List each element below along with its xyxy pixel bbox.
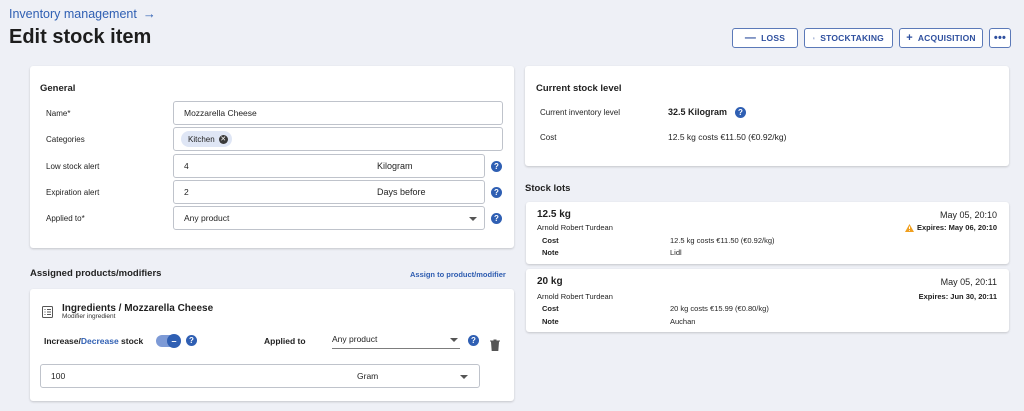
lot-cost-value: 20 kg costs €15.99 (€0.80/kg) (670, 304, 769, 313)
help-icon[interactable]: ? (491, 161, 502, 172)
general-card: General Name* Mozzarella Cheese Categori… (30, 66, 514, 248)
chevron-down-icon (469, 217, 477, 221)
expiration-field[interactable]: 2 Days before (173, 180, 485, 204)
ingredient-icon (42, 306, 53, 318)
list-icon (813, 37, 816, 39)
cost-label: Cost (540, 133, 557, 142)
low-stock-field[interactable]: 4 Kilogram (173, 154, 485, 178)
categories-label: Categories (46, 135, 85, 144)
applied-select[interactable]: Any product (173, 206, 485, 230)
loss-label: LOSS (761, 33, 786, 43)
lot-note-value: Lidl (670, 248, 682, 257)
warning-icon (904, 223, 914, 232)
applied-value: Any product (184, 213, 230, 223)
current-stock-title: Current stock level (536, 83, 622, 94)
lot-date: May 05, 20:11 (940, 277, 997, 287)
amount-value: 100 (51, 371, 66, 381)
categories-field[interactable]: Kitchen ✕ (173, 127, 503, 151)
plus-icon: + (906, 32, 913, 44)
decrease-text: Decrease (80, 336, 119, 346)
category-chip-label: Kitchen (188, 134, 215, 144)
amount-unit: Gram (357, 371, 379, 381)
lot-cost-label: Cost (542, 236, 559, 245)
loss-button[interactable]: — LOSS (732, 28, 798, 48)
arrow-right-icon: → (142, 6, 156, 21)
applied-to-select[interactable]: Any product (332, 329, 460, 349)
minus-icon: — (744, 32, 757, 44)
lot-cost-label: Cost (542, 304, 559, 313)
toggle-check-icon: – (167, 334, 181, 348)
amount-field[interactable]: 100 Gram (40, 364, 480, 388)
lot-expiry: Expires: May 06, 20:10 (904, 223, 997, 232)
low-stock-label: Low stock alert (46, 162, 100, 171)
help-icon[interactable]: ? (491, 213, 502, 224)
category-chip[interactable]: Kitchen ✕ (181, 131, 232, 147)
help-icon[interactable]: ? (491, 187, 502, 198)
increase-text: Increase/ (44, 336, 81, 346)
expiration-unit: Days before (377, 187, 426, 197)
help-icon[interactable]: ? (186, 335, 197, 346)
more-options-button[interactable]: ••• (989, 28, 1011, 48)
ingredient-subtitle: Modifier ingredient (62, 313, 116, 320)
lot-weight: 12.5 kg (537, 209, 571, 220)
stock-lot-card[interactable]: 12.5 kg May 05, 20:10 Arnold Robert Turd… (526, 202, 1009, 264)
more-icon: ••• (993, 32, 1007, 44)
name-label: Name* (46, 109, 71, 118)
chevron-down-icon (450, 338, 458, 342)
cost-value: 12.5 kg costs €11.50 (€0.92/kg) (668, 132, 787, 142)
breadcrumb-link[interactable]: Inventory management (9, 7, 137, 21)
lot-cost-value: 12.5 kg costs €11.50 (€0.92/kg) (670, 236, 775, 245)
stock-text: stock (118, 336, 144, 346)
close-icon[interactable]: ✕ (218, 134, 228, 144)
inventory-level-value: 32.5 Kilogram (668, 107, 728, 117)
lot-expiry-text: Expires: Jun 30, 20:11 (918, 292, 997, 301)
chevron-down-icon (460, 375, 468, 379)
lot-weight: 20 kg (537, 276, 563, 287)
help-icon[interactable]: ? (735, 107, 746, 118)
lot-note-value: Auchan (670, 317, 696, 326)
name-field[interactable]: Mozzarella Cheese (173, 101, 503, 125)
lot-expiry: Expires: Jun 30, 20:11 (919, 292, 997, 301)
stocktaking-label: STOCKTAKING (820, 33, 884, 43)
current-stock-card: Current stock level Current inventory le… (525, 66, 1009, 166)
increase-decrease-toggle[interactable]: – (156, 334, 181, 348)
lot-person: Arnold Robert Turdean (537, 292, 613, 301)
stock-lots-title: Stock lots (525, 183, 571, 194)
assign-link[interactable]: Assign to product/modifier (410, 270, 506, 279)
applied-to-label: Applied to (264, 336, 306, 346)
acquisition-button[interactable]: + ACQUISITION (899, 28, 983, 48)
increase-decrease-label: Increase/Decrease stock (44, 336, 143, 346)
expiration-value: 2 (184, 187, 189, 197)
name-value: Mozzarella Cheese (184, 108, 257, 118)
lot-note-label: Note (542, 248, 559, 257)
ingredient-card: Ingredients / Mozzarella Cheese Modifier… (30, 289, 514, 401)
stock-lot-card[interactable]: 20 kg May 05, 20:11 Arnold Robert Turdea… (526, 269, 1009, 332)
page-title: Edit stock item (9, 26, 152, 48)
lot-expiry-text: Expires: May 06, 20:10 (916, 223, 997, 232)
help-icon[interactable]: ? (468, 335, 479, 346)
low-stock-unit: Kilogram (377, 161, 413, 171)
applied-label: Applied to* (46, 214, 85, 223)
trash-icon[interactable] (490, 339, 500, 351)
stocktaking-button[interactable]: STOCKTAKING (804, 28, 893, 48)
applied-to-value: Any product (332, 333, 378, 344)
low-stock-value: 4 (184, 161, 189, 171)
lot-date: May 05, 20:10 (939, 210, 997, 220)
expiration-label: Expiration alert (46, 188, 100, 197)
breadcrumb[interactable]: Inventory management → (9, 6, 156, 21)
acquisition-label: ACQUISITION (917, 33, 976, 43)
lot-note-label: Note (542, 317, 559, 326)
assigned-title: Assigned products/modifiers (30, 268, 162, 279)
general-title: General (40, 83, 76, 94)
toolbar: — LOSS STOCKTAKING + ACQUISITION ••• (732, 28, 1011, 48)
lot-person: Arnold Robert Turdean (537, 223, 613, 232)
inventory-level-label: Current inventory level (540, 108, 621, 117)
